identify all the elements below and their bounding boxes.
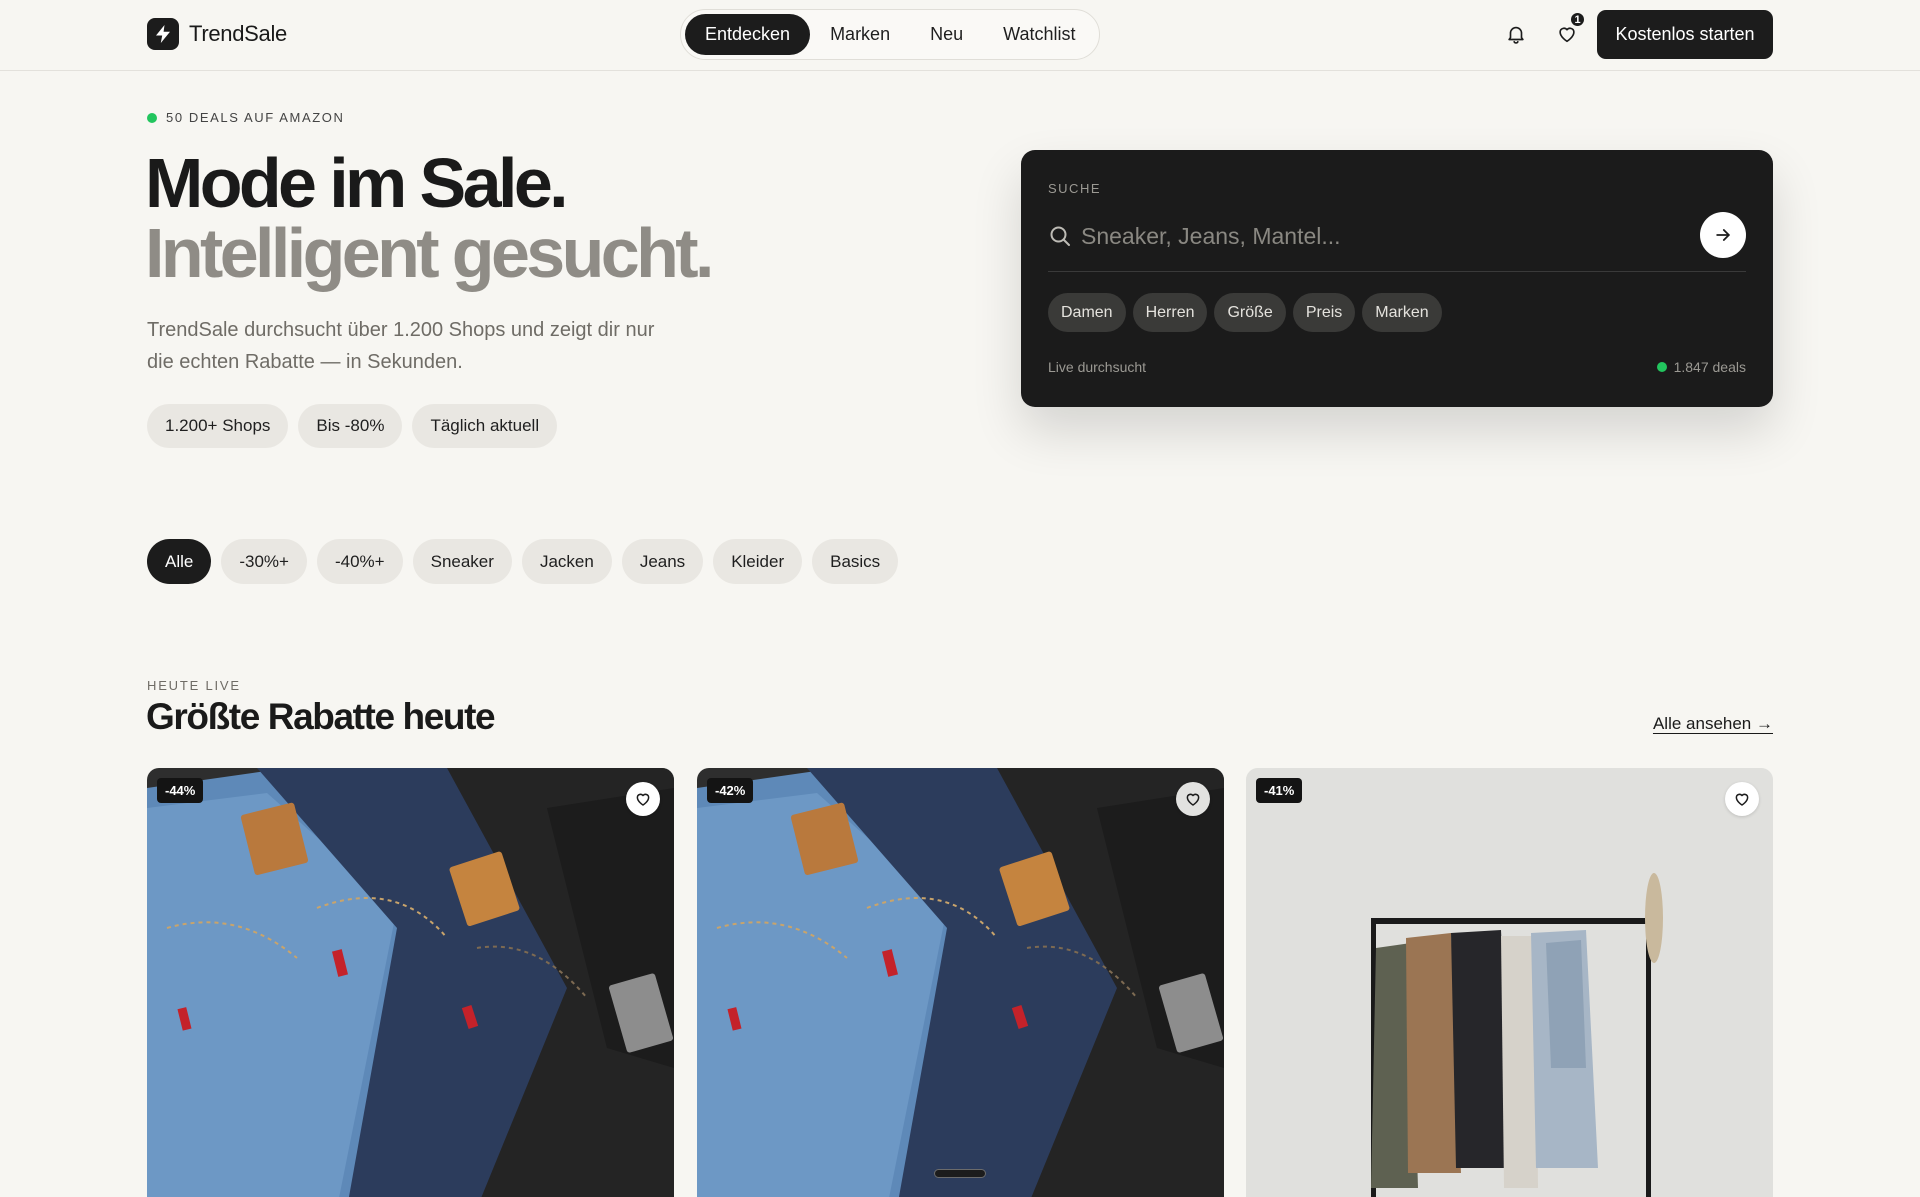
filter-kleider[interactable]: Kleider xyxy=(713,539,803,584)
search-chip-damen[interactable]: Damen xyxy=(1048,293,1126,332)
brand-logo[interactable]: TrendSale xyxy=(147,18,287,50)
live-dot-icon xyxy=(147,112,157,123)
heart-icon xyxy=(1735,793,1749,806)
wishlist-count-badge: 1 xyxy=(1569,11,1586,28)
notifications-button[interactable] xyxy=(1500,18,1532,50)
favorite-button[interactable] xyxy=(1725,782,1759,816)
section-title: Größte Rabatte heute xyxy=(146,696,496,737)
carousel-scroll-indicator[interactable] xyxy=(934,1169,986,1178)
nav-entdecken[interactable]: Entdecken xyxy=(685,14,811,55)
signup-button[interactable]: Kostenlos starten xyxy=(1597,10,1773,59)
product-image xyxy=(147,768,674,1197)
favorite-button[interactable] xyxy=(1176,782,1210,816)
search-chip-groesse[interactable]: Größe xyxy=(1214,293,1286,332)
filter-40[interactable]: -40%+ xyxy=(316,539,403,584)
search-chip-marken[interactable]: Marken xyxy=(1362,293,1442,332)
product-card[interactable]: -41% xyxy=(1246,768,1773,1197)
hero-description: TrendSale durchsucht über 1.200 Shops un… xyxy=(147,319,655,373)
nav-watchlist[interactable]: Watchlist xyxy=(983,14,1095,55)
filter-jeans[interactable]: Jeans xyxy=(621,539,704,584)
filter-30[interactable]: -30%+ xyxy=(221,539,307,584)
arrow-right-icon xyxy=(1716,229,1730,241)
view-all-link[interactable]: Alle ansehen → xyxy=(1653,714,1773,734)
top-navigation-bar: TrendSale Entdecken Marken Neu Watchlist… xyxy=(0,0,1920,71)
filter-jacken[interactable]: Jacken xyxy=(521,539,612,584)
main-nav: Entdecken Marken Neu Watchlist xyxy=(680,9,1101,60)
search-chip-herren[interactable]: Herren xyxy=(1132,293,1208,332)
search-label: SUCHE xyxy=(1048,181,1102,196)
category-filters: Alle -30%+ -40%+ Sneaker Jacken Jeans Kl… xyxy=(147,539,899,584)
hero-title-secondary: Intelligent gesucht. xyxy=(145,214,714,292)
nav-neu[interactable]: Neu xyxy=(910,14,983,55)
search-submit-button[interactable] xyxy=(1700,212,1746,258)
bell-icon xyxy=(1508,26,1524,44)
product-card[interactable]: -44% xyxy=(147,768,674,1197)
hero-title: Mode im Sale. xyxy=(145,144,569,222)
search-filter-chips: Damen Herren Größe Preis Marken xyxy=(1048,293,1442,332)
wishlist-button[interactable]: 1 xyxy=(1551,11,1586,50)
search-status: Live durchsucht xyxy=(1048,359,1147,375)
nav-marken[interactable]: Marken xyxy=(810,14,910,55)
hero-eyebrow: 50 DEALS AUF AMAZON xyxy=(147,110,345,125)
search-chip-preis[interactable]: Preis xyxy=(1292,293,1356,332)
product-image xyxy=(1246,768,1773,1197)
favorite-button[interactable] xyxy=(626,782,660,816)
discount-badge: -41% xyxy=(1256,778,1303,803)
discount-badge: -44% xyxy=(157,778,204,803)
hero-eyebrow-text: 50 DEALS AUF AMAZON xyxy=(166,110,345,125)
hero-stats: 1.200+ Shops Bis -80% Täglich aktuell xyxy=(147,404,558,448)
product-card[interactable]: -42% xyxy=(697,768,1224,1197)
filter-basics[interactable]: Basics xyxy=(812,539,899,584)
search-input[interactable] xyxy=(1081,218,1681,254)
product-image xyxy=(697,768,1224,1197)
live-dot-icon xyxy=(1656,362,1667,372)
section-eyebrow: HEUTE LIVE xyxy=(147,678,241,693)
discount-badge: -42% xyxy=(707,778,754,803)
filter-alle[interactable]: Alle xyxy=(147,539,212,584)
stat-updates: Täglich aktuell xyxy=(412,404,558,448)
lightning-icon xyxy=(147,18,179,50)
search-panel: SUCHE Damen Herren Größe Preis Marken Li… xyxy=(1021,150,1773,407)
search-icon xyxy=(1050,226,1070,246)
search-input-row xyxy=(1048,210,1746,272)
deal-count-text: 1.847 deals xyxy=(1673,359,1746,375)
filter-sneaker[interactable]: Sneaker xyxy=(412,539,512,584)
brand-name: TrendSale xyxy=(189,21,287,46)
stat-shops: 1.200+ Shops xyxy=(147,404,289,448)
stat-discount: Bis -80% xyxy=(298,404,403,448)
heart-icon xyxy=(636,793,650,806)
heart-icon xyxy=(1186,793,1200,806)
deal-count: 1.847 deals xyxy=(1656,359,1746,375)
